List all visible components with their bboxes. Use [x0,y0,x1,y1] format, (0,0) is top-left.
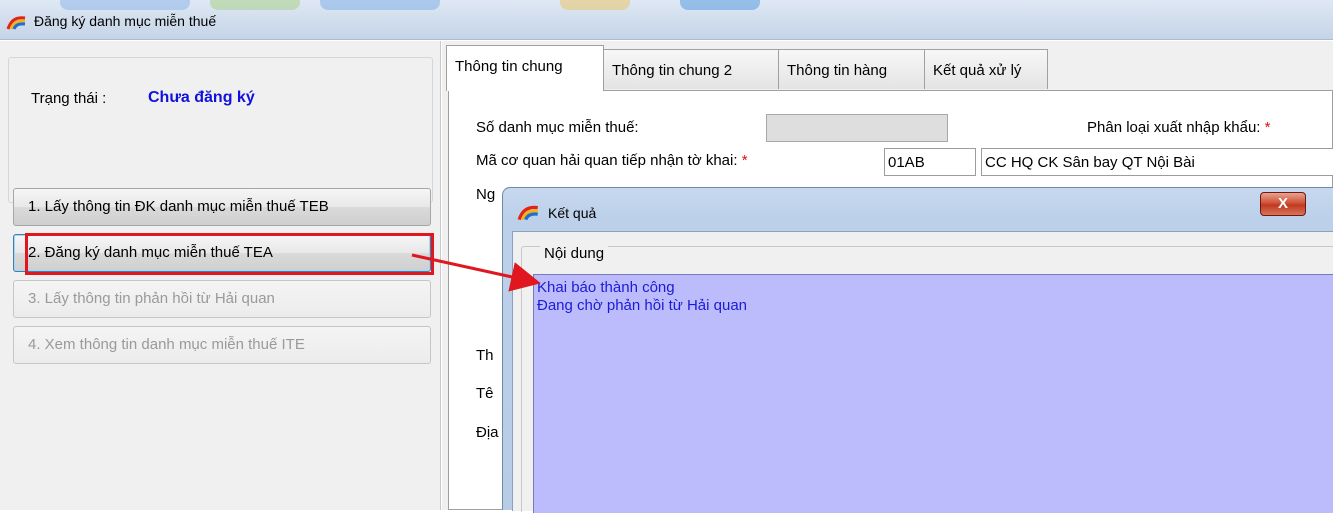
get-customs-response-button[interactable]: 3. Lấy thông tin phản hồi từ Hải quan [13,280,431,318]
tab-label: Thông tin chung 2 [612,62,733,79]
tab-general-info[interactable]: Thông tin chung [446,45,604,91]
close-button[interactable]: X [1260,192,1306,216]
dialog-title: Kết quả [548,205,597,221]
background-blur [320,0,440,10]
tab-label: Thông tin hàng [787,62,888,79]
window-title: Đăng ký danh mục miễn thuế [34,13,217,29]
get-registration-info-button[interactable]: 1. Lấy thông tin ĐK danh mục miễn thuế T… [13,188,431,226]
result-dialog: Kết quả X Nội dung Khai báo thành công Đ… [502,187,1333,513]
annotation-highlight-box [25,233,434,275]
tab-goods-info[interactable]: Thông tin hàng [778,49,925,89]
content-groupbox: Nội dung Khai báo thành công Đang chờ ph… [521,245,1333,513]
customs-office-text: Mã cơ quan hải quan tiếp nhận tờ khai: [476,152,738,169]
status-value: Chưa đăng ký [148,89,255,106]
background-blur [210,0,300,10]
background-blur [60,0,190,10]
tab-label: Thông tin chung [455,58,563,75]
exemption-number-label: Số danh mục miễn thuế: [476,119,639,136]
result-textarea[interactable]: Khai báo thành công Đang chờ phản hồi từ… [533,274,1333,513]
tab-label: Kết quả xử lý [933,62,1022,79]
exemption-number-field[interactable] [766,114,948,142]
partial-field-label: Ng [476,186,496,203]
dialog-body: Nội dung Khai báo thành công Đang chờ ph… [512,231,1333,513]
result-line: Đang chờ phản hồi từ Hải quan [537,297,748,314]
background-blur [560,0,630,10]
result-line: Khai báo thành công [537,279,675,296]
window-titlebar: Đăng ký danh mục miễn thuế [0,0,1333,40]
partial-field-label: Địa [476,424,499,441]
required-mark: * [1264,119,1271,136]
rainbow-app-icon [6,16,26,30]
left-panel: Trạng thái : Chưa đăng ký 1. Lấy thông t… [0,41,441,510]
button-label: 4. Xem thông tin danh mục miễn thuế ITE [28,336,305,353]
import-export-type-text: Phân loại xuất nhập khẩu: [1087,119,1261,136]
customs-office-label: Mã cơ quan hải quan tiếp nhận tờ khai: * [476,152,748,169]
tab-processing-result[interactable]: Kết quả xử lý [924,49,1048,89]
view-exemption-list-button[interactable]: 4. Xem thông tin danh mục miễn thuế ITE [13,326,431,364]
close-icon: X [1277,195,1288,212]
import-export-type-label: Phân loại xuất nhập khẩu: * [1087,119,1270,136]
customs-office-code-field[interactable]: 01AB [884,148,976,176]
content-group-label: Nội dung [540,245,609,262]
button-label: 3. Lấy thông tin phản hồi từ Hải quan [28,290,275,307]
customs-office-name-field[interactable]: CC HQ CK Sân bay QT Nội Bài [981,148,1333,176]
status-label: Trạng thái : [31,90,107,107]
background-blur [680,0,760,10]
tab-general-info-2[interactable]: Thông tin chung 2 [603,49,779,89]
rainbow-app-icon [517,205,538,221]
status-box: Trạng thái : Chưa đăng ký [8,57,433,203]
partial-field-label: Tê [476,385,494,402]
partial-field-label: Th [476,347,494,364]
required-mark: * [741,152,748,169]
button-label: 1. Lấy thông tin ĐK danh mục miễn thuế T… [28,198,329,215]
